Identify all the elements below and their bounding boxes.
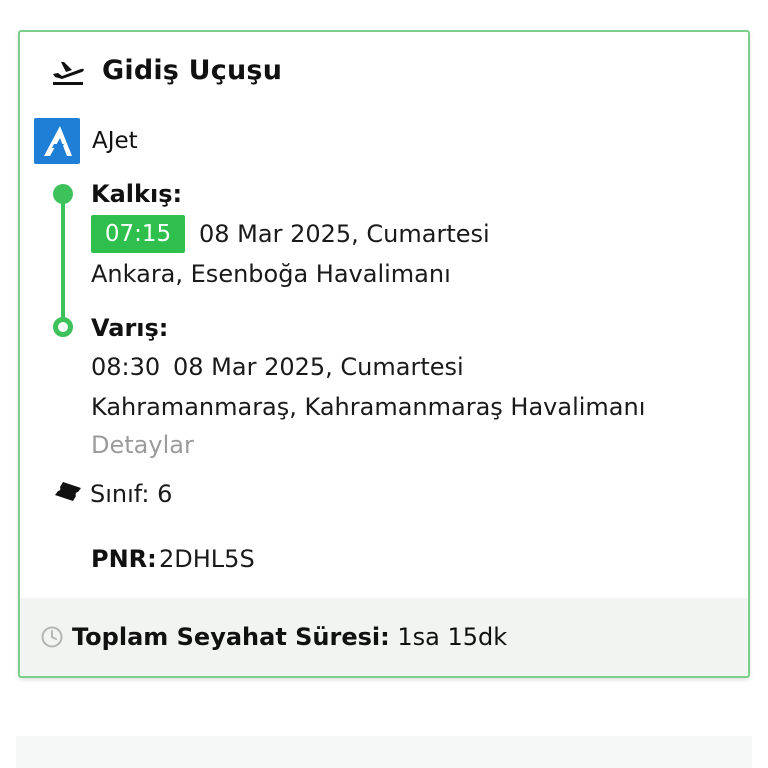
arrival-label: Varış: xyxy=(91,314,169,342)
arrival-date: 08 Mar 2025, Cumartesi xyxy=(173,353,464,381)
card-header: Gidiş Uçuşu xyxy=(50,54,282,86)
plane-departure-icon xyxy=(53,62,84,85)
timeline-line xyxy=(61,192,65,327)
departure-label: Kalkış: xyxy=(91,180,183,208)
departure-dot xyxy=(53,184,73,204)
clock-icon xyxy=(41,626,63,648)
next-card-edge xyxy=(16,736,752,768)
pnr-value: 2DHL5S xyxy=(159,545,255,573)
details-link[interactable]: Detaylar xyxy=(91,431,194,459)
ajet-logo-icon xyxy=(44,126,72,156)
total-duration-label: Toplam Seyahat Süresi: xyxy=(72,623,390,651)
duration-footer: Toplam Seyahat Süresi: 1sa 15dk xyxy=(20,598,748,676)
flight-card: Gidiş Uçuşu AJet Kalkış: 07:15 08 Mar 20… xyxy=(18,30,750,678)
airline-logo xyxy=(34,118,80,164)
departure-date: 08 Mar 2025, Cumartesi xyxy=(199,220,490,248)
departure-time-badge: 07:15 xyxy=(91,215,185,253)
pnr-label: PNR: xyxy=(91,545,157,573)
arrival-dot xyxy=(53,317,73,337)
total-duration: Toplam Seyahat Süresi: 1sa 15dk xyxy=(72,623,507,651)
departure-airport: Ankara, Esenboğa Havalimanı xyxy=(91,260,451,288)
airline-row: AJet xyxy=(34,118,138,164)
page-title: Gidiş Uçuşu xyxy=(102,54,283,86)
ticket-icon xyxy=(55,482,81,501)
arrival-time: 08:30 xyxy=(91,353,161,381)
total-duration-value: 1sa 15dk xyxy=(397,623,508,651)
airline-name: AJet xyxy=(92,128,138,154)
class-info: Sınıf: 6 xyxy=(90,480,173,508)
arrival-airport: Kahramanmaraş, Kahramanmaraş Havalimanı xyxy=(91,393,646,421)
